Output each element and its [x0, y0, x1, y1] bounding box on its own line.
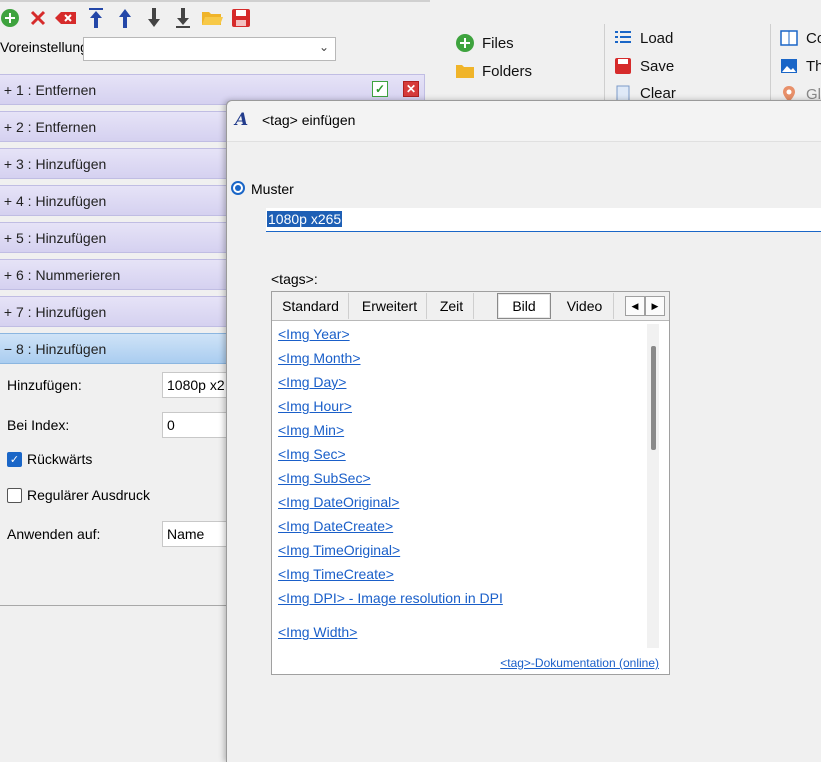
dialog-title-bar: A <tag> einfügen: [227, 101, 821, 142]
expand-toggle[interactable]: +: [0, 193, 16, 209]
rule-label: 4 : Hinzufügen: [16, 192, 107, 209]
remove-rule-icon[interactable]: ✕: [403, 81, 419, 97]
clear-label: Clear: [640, 84, 676, 102]
save-list-button[interactable]: Save: [613, 56, 674, 76]
tag-link[interactable]: <Img TimeCreate>: [278, 566, 394, 582]
tab-scroll-right-icon[interactable]: ▶: [645, 296, 665, 316]
load-button[interactable]: Load: [613, 28, 673, 48]
tag-link[interactable]: <Img Day>: [278, 374, 346, 390]
tab-scroll-left-icon[interactable]: ◀: [625, 296, 645, 316]
index-input[interactable]: 0: [162, 412, 232, 438]
expand-toggle[interactable]: +: [0, 267, 16, 283]
clear-icon[interactable]: [54, 6, 78, 30]
save-label: Save: [640, 57, 675, 75]
toolbar-divider: [604, 24, 605, 100]
toolbar-divider-2: [770, 24, 771, 100]
expand-toggle[interactable]: +: [0, 230, 16, 246]
reverse-label: Rückwärts: [27, 451, 93, 467]
files-button[interactable]: Files: [455, 33, 514, 53]
folders-label: Folders: [482, 62, 533, 80]
move-top-icon[interactable]: [84, 6, 108, 30]
add-text-input[interactable]: 1080p x2: [162, 372, 232, 398]
rule-label: 1 : Entfernen: [16, 81, 97, 98]
rule-detail-panel: Hinzufügen: 1080p x2 Bei Index: 0 ✓ Rück…: [0, 367, 232, 606]
rule-label: 3 : Hinzufügen: [16, 155, 107, 172]
apply-to-select[interactable]: Name: [162, 521, 232, 547]
tag-link[interactable]: <Img Sec>: [278, 446, 346, 462]
tag-link[interactable]: <Img Hour>: [278, 398, 352, 414]
expand-toggle[interactable]: +: [0, 156, 16, 172]
tag-link[interactable]: <Img Width>: [278, 624, 357, 640]
columns-icon: [779, 28, 799, 48]
add-text-label: Hinzufügen:: [7, 377, 82, 393]
tab-zeit[interactable]: Zeit: [430, 293, 474, 319]
tag-link[interactable]: <Img Year>: [278, 326, 350, 342]
tab-video[interactable]: Video: [556, 293, 614, 319]
insert-tag-dialog: A <tag> einfügen Muster 1080p x265 <tags…: [226, 100, 821, 762]
save-icon[interactable]: [229, 6, 253, 30]
delete-icon[interactable]: [26, 6, 50, 30]
dialog-title: <tag> einfügen: [262, 112, 356, 128]
reverse-checkbox[interactable]: ✓: [7, 452, 22, 467]
load-label: Load: [640, 29, 674, 47]
thumbnails-button[interactable]: Th: [779, 56, 821, 76]
add-file-icon: [455, 33, 475, 53]
expand-toggle[interactable]: +: [0, 82, 16, 98]
rule-label: 8 : Hinzufügen: [16, 340, 107, 357]
tags-label: <tags>:: [271, 271, 318, 287]
thumbnails-label: Th: [806, 57, 821, 75]
list-icon: [613, 28, 633, 48]
rule-label: 2 : Entfernen: [16, 118, 97, 135]
tag-link[interactable]: <Img DateOriginal>: [278, 494, 399, 510]
move-bottom-icon[interactable]: [171, 6, 195, 30]
folder-open-icon[interactable]: [200, 6, 224, 30]
rule-label: 6 : Nummerieren: [16, 266, 121, 283]
tag-link[interactable]: <Img SubSec>: [278, 470, 371, 486]
app-logo-icon: A: [235, 110, 249, 130]
move-up-icon[interactable]: [113, 6, 137, 30]
apply-to-label: Anwenden auf:: [7, 526, 101, 542]
chevron-down-icon: ⌄: [318, 40, 329, 54]
pattern-radio[interactable]: [231, 181, 245, 195]
add-icon[interactable]: [0, 6, 22, 30]
tag-tab-bar: Standard Erweitert Zeit Bild Video ◀ ▶: [272, 292, 669, 321]
expand-toggle[interactable]: +: [0, 119, 16, 135]
image-icon: [779, 56, 799, 76]
tab-bild[interactable]: Bild: [497, 293, 551, 319]
tag-link[interactable]: <Img TimeOriginal>: [278, 542, 400, 558]
expand-toggle[interactable]: +: [0, 304, 16, 320]
tag-link[interactable]: <Img Min>: [278, 422, 344, 438]
folders-button[interactable]: Folders: [455, 61, 532, 81]
tab-erweitert[interactable]: Erweitert: [353, 293, 427, 319]
files-label: Files: [482, 34, 514, 52]
tag-link[interactable]: <Img Month>: [278, 350, 361, 366]
index-label: Bei Index:: [7, 417, 70, 433]
pattern-input[interactable]: 1080p x265: [266, 208, 821, 232]
toolbar-top-border: [0, 0, 430, 2]
scrollbar-thumb[interactable]: [651, 346, 656, 450]
tag-link[interactable]: <Img DateCreate>: [278, 518, 393, 534]
tag-documentation-link[interactable]: <tag>-Dokumentation (online): [500, 656, 659, 670]
rule-label: 7 : Hinzufügen: [16, 303, 107, 320]
folder-icon: [455, 61, 475, 81]
tab-scroll-buttons: ◀ ▶: [625, 296, 667, 316]
columns-button[interactable]: Co: [779, 28, 821, 48]
move-down-icon[interactable]: [142, 6, 166, 30]
columns-label: Co: [806, 29, 821, 47]
save-list-icon: [613, 56, 633, 76]
rule-label: 5 : Hinzufügen: [16, 229, 107, 246]
collapse-toggle[interactable]: −: [0, 341, 16, 357]
apply-check-icon[interactable]: ✓: [372, 81, 388, 97]
preset-label: Voreinstellung: [0, 39, 88, 55]
tag-list-scrollbar[interactable]: [647, 324, 659, 648]
regex-label: Regulärer Ausdruck: [27, 487, 150, 503]
pattern-input-value: 1080p x265: [267, 211, 343, 227]
preset-select[interactable]: ⌄: [83, 37, 336, 61]
tab-standard[interactable]: Standard: [273, 293, 349, 319]
regex-checkbox[interactable]: [7, 488, 22, 503]
tag-panel: Standard Erweitert Zeit Bild Video ◀ ▶ <…: [271, 291, 670, 675]
pattern-radio-label: Muster: [251, 181, 294, 197]
tag-link[interactable]: <Img DPI> - Image resolution in DPI: [278, 590, 503, 606]
